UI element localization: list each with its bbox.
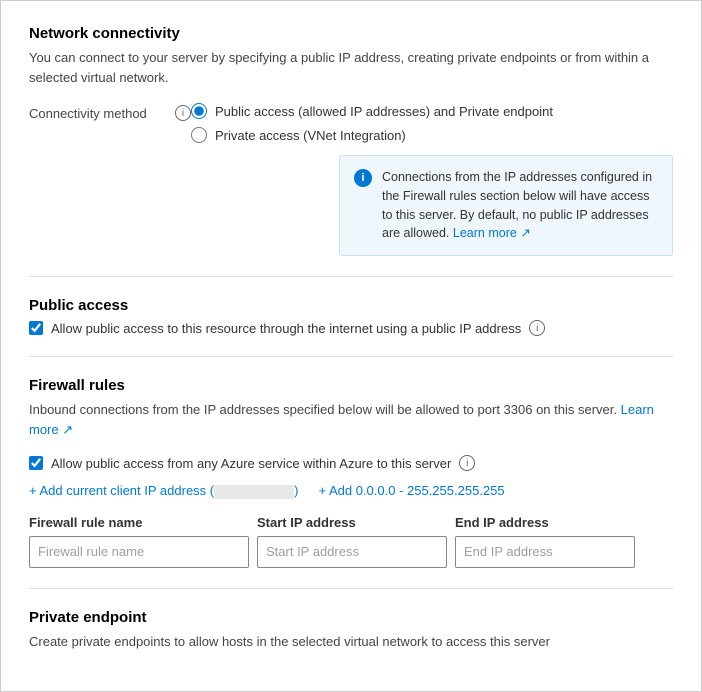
public-access-checkbox-label: Allow public access to this resource thr…	[51, 321, 521, 336]
firewall-rules-section: Firewall rules Inbound connections from …	[29, 377, 673, 568]
radio-option-private[interactable]: Private access (VNet Integration)	[191, 127, 673, 143]
public-access-section: Public access Allow public access to thi…	[29, 297, 673, 336]
add-current-ip-link[interactable]: + Add current client IP address ()	[29, 483, 298, 499]
azure-service-info-icon[interactable]: i	[459, 455, 475, 471]
radio-public-access-label: Public access (allowed IP addresses) and…	[215, 104, 553, 119]
connectivity-options-col: Public access (allowed IP addresses) and…	[191, 103, 673, 256]
divider-3	[29, 588, 673, 589]
add-links-row: + Add current client IP address () + Add…	[29, 483, 673, 499]
radio-public-access[interactable]	[191, 103, 207, 119]
radio-option-public[interactable]: Public access (allowed IP addresses) and…	[191, 103, 673, 119]
divider-2	[29, 356, 673, 357]
connectivity-method-label: Connectivity method	[29, 106, 169, 121]
azure-service-checkbox-row: Allow public access from any Azure servi…	[29, 455, 673, 471]
connectivity-method-label-col: Connectivity method i	[29, 103, 191, 121]
info-box-learn-more-link[interactable]: Learn more ↗	[453, 226, 531, 240]
main-container: Network connectivity You can connect to …	[0, 0, 702, 692]
network-connectivity-section: Network connectivity You can connect to …	[29, 25, 673, 256]
divider-1	[29, 276, 673, 277]
public-access-checkbox[interactable]	[29, 321, 43, 335]
network-connectivity-description: You can connect to your server by specif…	[29, 48, 673, 87]
radio-private-access[interactable]	[191, 127, 207, 143]
private-endpoint-title: Private endpoint	[29, 609, 673, 626]
azure-service-checkbox-label: Allow public access from any Azure servi…	[51, 456, 451, 471]
ip-placeholder-box	[214, 485, 294, 499]
info-box-text: Connections from the IP addresses config…	[382, 168, 658, 243]
add-range-link[interactable]: + Add 0.0.0.0 - 255.255.255.255	[318, 483, 504, 498]
end-ip-input[interactable]	[455, 536, 635, 568]
table-row	[29, 536, 673, 568]
firewall-table: Firewall rule name Start IP address End …	[29, 515, 673, 568]
col-end-ip: End IP address	[455, 515, 635, 530]
firewall-rules-description: Inbound connections from the IP addresse…	[29, 400, 673, 439]
table-header: Firewall rule name Start IP address End …	[29, 515, 673, 530]
col-start-ip: Start IP address	[257, 515, 447, 530]
start-ip-input[interactable]	[257, 536, 447, 568]
connectivity-method-row: Connectivity method i Public access (all…	[29, 103, 673, 256]
private-endpoint-description: Create private endpoints to allow hosts …	[29, 632, 673, 652]
info-box-icon: i	[354, 169, 372, 187]
connectivity-info-box: i Connections from the IP addresses conf…	[339, 155, 673, 256]
external-link-icon: ↗	[520, 226, 530, 240]
public-access-info-icon[interactable]: i	[529, 320, 545, 336]
firewall-rules-title: Firewall rules	[29, 377, 673, 394]
col-rule-name: Firewall rule name	[29, 515, 249, 530]
connectivity-method-info-icon[interactable]: i	[175, 105, 191, 121]
azure-service-checkbox[interactable]	[29, 456, 43, 470]
firewall-external-link-icon: ↗	[62, 422, 73, 437]
network-connectivity-title: Network connectivity	[29, 25, 673, 42]
private-endpoint-section: Private endpoint Create private endpoint…	[29, 609, 673, 652]
radio-private-access-label: Private access (VNet Integration)	[215, 128, 406, 143]
public-access-title: Public access	[29, 297, 673, 314]
public-access-checkbox-row: Allow public access to this resource thr…	[29, 320, 673, 336]
firewall-rule-name-input[interactable]	[29, 536, 249, 568]
connectivity-radio-group: Public access (allowed IP addresses) and…	[191, 103, 673, 143]
